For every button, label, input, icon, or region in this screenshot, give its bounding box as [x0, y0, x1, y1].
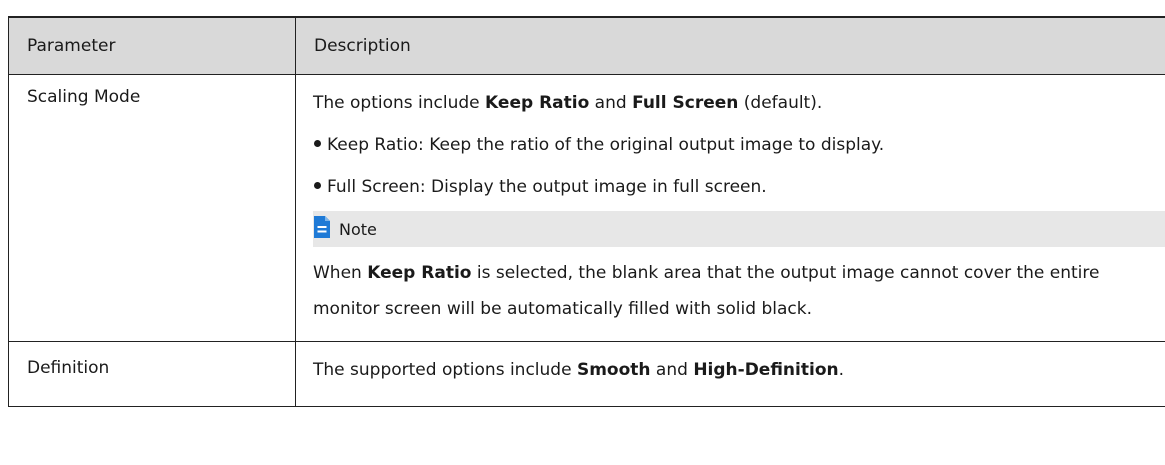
scaling-mode-intro: The options include Keep Ratio and Full …: [313, 85, 1143, 121]
table-row-scaling-mode: Scaling Mode The options include Keep Ra…: [8, 74, 1165, 342]
intro-text-post: .: [838, 360, 845, 380]
header-parameter: Parameter: [8, 16, 296, 75]
intro-text-pre: The options include: [313, 93, 486, 113]
intro-text-post: (default).: [738, 93, 823, 113]
note-header: Note: [313, 211, 1165, 247]
intro-bold-keep-ratio: Keep Ratio: [485, 93, 590, 113]
note-bold-keep-ratio: Keep Ratio: [367, 263, 472, 283]
description-scaling-mode: The options include Keep Ratio and Full …: [295, 74, 1165, 342]
bullet-text: Keep Ratio: Keep the ratio of the origin…: [327, 135, 885, 155]
definition-intro: The supported options include Smooth and…: [313, 352, 1143, 388]
parameter-table: Parameter Description Scaling Mode The o…: [8, 16, 1165, 407]
intro-bold-smooth: Smooth: [576, 360, 651, 380]
document-page: Parameter Description Scaling Mode The o…: [0, 0, 1165, 465]
list-item-keep-ratio: Keep Ratio: Keep the ratio of the origin…: [313, 127, 1143, 163]
bullet-dot-icon: [314, 140, 321, 147]
intro-bold-full-screen: Full Screen: [632, 93, 739, 113]
table-header-row: Parameter Description: [8, 16, 1165, 75]
param-name-scaling-mode: Scaling Mode: [8, 74, 296, 342]
note-text-pre: When: [313, 263, 368, 283]
bullet-text: Full Screen: Display the output image in…: [327, 177, 767, 197]
param-name-definition: Definition: [8, 341, 296, 407]
intro-bold-high-definition: High-Definition: [693, 360, 839, 380]
note-body: When Keep Ratio is selected, the blank a…: [313, 255, 1143, 327]
bullet-dot-icon: [314, 182, 321, 189]
intro-text-pre: The supported options include: [313, 360, 577, 380]
note-label: Note: [339, 219, 377, 239]
list-item-full-screen: Full Screen: Display the output image in…: [313, 169, 1143, 205]
table-row-definition: Definition The supported options include…: [8, 341, 1165, 407]
header-description: Description: [295, 16, 1165, 75]
intro-text-mid: and: [589, 93, 633, 113]
description-definition: The supported options include Smooth and…: [295, 341, 1165, 407]
intro-text-mid: and: [650, 360, 694, 380]
note-document-icon: [314, 216, 330, 238]
